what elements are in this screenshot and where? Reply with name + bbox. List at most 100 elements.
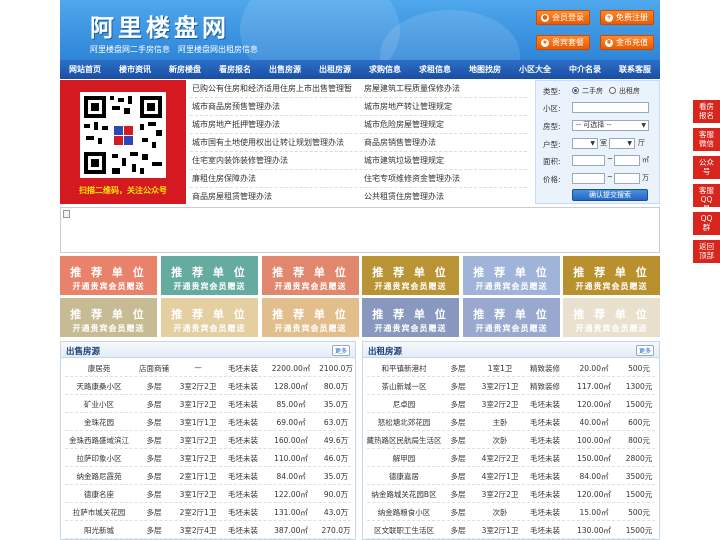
listing-row[interactable]: 德康名座 多层 3室1厅2卫 毛坯未装 122.00㎡ 90.0万 — [61, 485, 355, 503]
register-button[interactable]: + 免费注册 — [600, 10, 654, 25]
house-type-select[interactable]: -- 可选择 -- ▼ — [572, 120, 649, 131]
type-radio-rent[interactable] — [609, 87, 616, 94]
regulation-link[interactable]: 住宅室内装饰装修管理办法 — [192, 155, 288, 166]
listing-row[interactable]: 区文联职工生活区 多层 3室2厅1卫 毛坯未装 130.00㎡ 1500元 — [363, 521, 659, 539]
vip-package-button[interactable]: ★ 贵宾套餐 — [536, 35, 590, 50]
regulation-link[interactable]: 公共租赁住房管理办法 — [364, 191, 444, 202]
listing-community[interactable]: 矿业小区 — [63, 399, 135, 410]
login-button[interactable]: ● 会员登录 — [536, 10, 590, 25]
listing-row[interactable]: 藏热路区民航局生活区 多层 次卧 毛坯未装 100.00㎡ 800元 — [363, 431, 659, 449]
rooms-select[interactable]: ▼ — [572, 138, 598, 149]
listing-row[interactable]: 纳金路粮食小区 多层 次卧 毛坯未装 15.00㎡ 500元 — [363, 503, 659, 521]
nav-map-search[interactable]: 地图找房 — [460, 60, 510, 79]
recommend-tile[interactable]: 推 荐 单 位开通贵宾会员赠送 — [60, 298, 157, 337]
ad-banner[interactable] — [60, 207, 660, 253]
side-official-account[interactable]: 公众号 — [693, 156, 720, 179]
nav-home[interactable]: 网站首页 — [60, 60, 110, 79]
listing-community[interactable]: 藏热路区民航局生活区 — [365, 435, 443, 446]
recommend-tile[interactable]: 推 荐 单 位开通贵宾会员赠送 — [362, 298, 459, 337]
listing-community[interactable]: 和平镇新港村 — [365, 363, 443, 374]
area-min-input[interactable] — [572, 155, 605, 166]
listing-row[interactable]: 拉萨市城关花园 多层 2室2厅1卫 毛坯未装 131.00㎡ 43.0万 — [61, 503, 355, 521]
side-qq-group[interactable]: QQ 群 — [693, 212, 720, 235]
listing-community[interactable]: 德康嘉居 — [365, 471, 443, 482]
listing-community[interactable]: 金珠花园 — [63, 417, 135, 428]
listing-community[interactable]: 纳金路城关花园B区 — [365, 489, 443, 500]
listing-row[interactable]: 阳光新城 多层 3室2厅4卫 毛坯未装 387.00㎡ 270.0万 — [61, 521, 355, 539]
listing-community[interactable]: 拉萨市城关花园 — [63, 507, 135, 518]
listing-community[interactable]: 区文联职工生活区 — [365, 525, 443, 536]
listing-row[interactable]: 茶山新城一区 多层 3室2厅1卫 精致装修 117.00㎡ 1300元 — [363, 377, 659, 395]
listing-community[interactable]: 怒松塘北郊花园 — [365, 417, 443, 428]
type-radio-sale[interactable] — [572, 87, 579, 94]
listing-community[interactable]: 纳金路粮食小区 — [365, 507, 443, 518]
community-input[interactable] — [572, 102, 649, 113]
nav-rent-requests[interactable]: 求租信息 — [410, 60, 460, 79]
recommend-tile[interactable]: 推 荐 单 位开通贵宾会员赠送 — [60, 256, 157, 295]
regulation-link[interactable]: 商品房销售管理办法 — [364, 137, 436, 148]
halls-select[interactable]: ▼ — [609, 138, 635, 149]
recommend-tile[interactable]: 推 荐 单 位开通贵宾会员赠送 — [362, 256, 459, 295]
coin-recharge-button[interactable]: ¥ 金币充值 — [600, 35, 654, 50]
nav-news[interactable]: 楼市资讯 — [110, 60, 160, 79]
listing-community[interactable]: 金珠西路盛域滨江 — [63, 435, 135, 446]
side-back-to-top[interactable]: 返回 顶部 — [693, 240, 720, 263]
listing-row[interactable]: 矿业小区 多层 3室1厅2卫 毛坯未装 85.00㎡ 35.0万 — [61, 395, 355, 413]
listing-community[interactable]: 拉萨印象小区 — [63, 453, 135, 464]
area-max-input[interactable] — [614, 155, 640, 166]
search-submit-button[interactable]: 确认提交搜索 — [572, 189, 648, 201]
nav-viewing-signup[interactable]: 看房报名 — [210, 60, 260, 79]
listing-row[interactable]: 康居苑 店面商铺 — 毛坯未装 2200.00㎡ 2100.0万 — [61, 359, 355, 377]
listing-row[interactable]: 和平镇新港村 多层 1室1卫 精致装修 20.00㎡ 500元 — [363, 359, 659, 377]
listing-community[interactable]: 解甲园 — [365, 453, 443, 464]
listing-row[interactable]: 拉萨印象小区 多层 3室1厅2卫 毛坯未装 110.00㎡ 46.0万 — [61, 449, 355, 467]
listing-community[interactable]: 天路康桑小区 — [63, 381, 135, 392]
listing-row[interactable]: 尼卓园 多层 3室2厅2卫 毛坯未装 120.00㎡ 1500元 — [363, 395, 659, 413]
listing-row[interactable]: 金珠西路盛域滨江 多层 3室1厅2卫 毛坯未装 160.00㎡ 49.6万 — [61, 431, 355, 449]
regulation-link[interactable]: 城市房地产抵押管理办法 — [192, 119, 280, 130]
listing-row[interactable]: 怒松塘北郊花园 多层 主卧 毛坯未装 40.00㎡ 600元 — [363, 413, 659, 431]
side-qq-service[interactable]: 客服 QQ 号 — [693, 184, 720, 213]
regulation-link[interactable]: 城市房地产转让管理规定 — [364, 101, 452, 112]
recommend-tile[interactable]: 推 荐 单 位开通贵宾会员赠送 — [161, 298, 258, 337]
nav-rent-listings[interactable]: 出租房源 — [310, 60, 360, 79]
listing-community[interactable]: 德康名座 — [63, 489, 135, 500]
listing-row[interactable]: 德康嘉居 多层 4室2厅1卫 毛坯未装 84.00㎡ 3500元 — [363, 467, 659, 485]
listing-row[interactable]: 纳金路城关花园B区 多层 3室2厅2卫 毛坯未装 120.00㎡ 1500元 — [363, 485, 659, 503]
side-wechat-service[interactable]: 客服 微信 — [693, 128, 720, 151]
regulation-link[interactable]: 已购公有住房和经济适用住房上市出售管理暂 — [192, 83, 352, 94]
regulation-link[interactable]: 城市建筑垃圾管理规定 — [364, 155, 444, 166]
listing-community[interactable]: 茶山新城一区 — [365, 381, 443, 392]
tagline-sale[interactable]: 阿里楼盘网二手房信息 — [90, 44, 170, 55]
recommend-tile[interactable]: 推 荐 单 位开通贵宾会员赠送 — [262, 256, 359, 295]
recommend-tile[interactable]: 推 荐 单 位开通贵宾会员赠送 — [563, 298, 660, 337]
sale-more-button[interactable]: 更多 — [331, 345, 350, 356]
recommend-tile[interactable]: 推 荐 单 位开通贵宾会员赠送 — [463, 256, 560, 295]
price-min-input[interactable] — [572, 173, 605, 184]
regulation-link[interactable]: 房屋建筑工程质量保修办法 — [364, 83, 460, 94]
recommend-tile[interactable]: 推 荐 单 位开通贵宾会员赠送 — [262, 298, 359, 337]
listing-community[interactable]: 尼卓园 — [365, 399, 443, 410]
nav-buy-requests[interactable]: 求购信息 — [360, 60, 410, 79]
listing-row[interactable]: 纳金路尼霞苑 多层 2室1厅1卫 毛坯未装 84.00㎡ 35.0万 — [61, 467, 355, 485]
nav-agencies[interactable]: 中介名录 — [560, 60, 610, 79]
regulation-link[interactable]: 城市危险房屋管理规定 — [364, 119, 444, 130]
price-max-input[interactable] — [614, 173, 640, 184]
listing-row[interactable]: 金珠花园 多层 3室1厅1卫 毛坯未装 69.00㎡ 63.0万 — [61, 413, 355, 431]
rent-more-button[interactable]: 更多 — [635, 345, 654, 356]
listing-community[interactable]: 康居苑 — [63, 363, 135, 374]
listing-community[interactable]: 纳金路尼霞苑 — [63, 471, 135, 482]
nav-contact[interactable]: 联系客服 — [610, 60, 660, 79]
regulation-link[interactable]: 城市国有土地使用权出让转让规划管理办法 — [192, 137, 344, 148]
nav-new-homes[interactable]: 新房楼盘 — [160, 60, 210, 79]
tagline-rent[interactable]: 阿里楼盘网出租房信息 — [178, 44, 258, 55]
listing-community[interactable]: 阳光新城 — [63, 525, 135, 536]
listing-row[interactable]: 解甲园 多层 4室2厅2卫 毛坯未装 150.00㎡ 2800元 — [363, 449, 659, 467]
regulation-link[interactable]: 住宅专项维修资金管理办法 — [364, 173, 460, 184]
recommend-tile[interactable]: 推 荐 单 位开通贵宾会员赠送 — [563, 256, 660, 295]
recommend-tile[interactable]: 推 荐 单 位开通贵宾会员赠送 — [161, 256, 258, 295]
listing-row[interactable]: 天路康桑小区 多层 3室2厅2卫 毛坯未装 128.00㎡ 80.0万 — [61, 377, 355, 395]
regulation-link[interactable]: 廉租住房保障办法 — [192, 173, 256, 184]
site-logo[interactable]: 阿里楼盘网 — [90, 8, 230, 43]
regulation-link[interactable]: 城市商品房预售管理办法 — [192, 101, 280, 112]
